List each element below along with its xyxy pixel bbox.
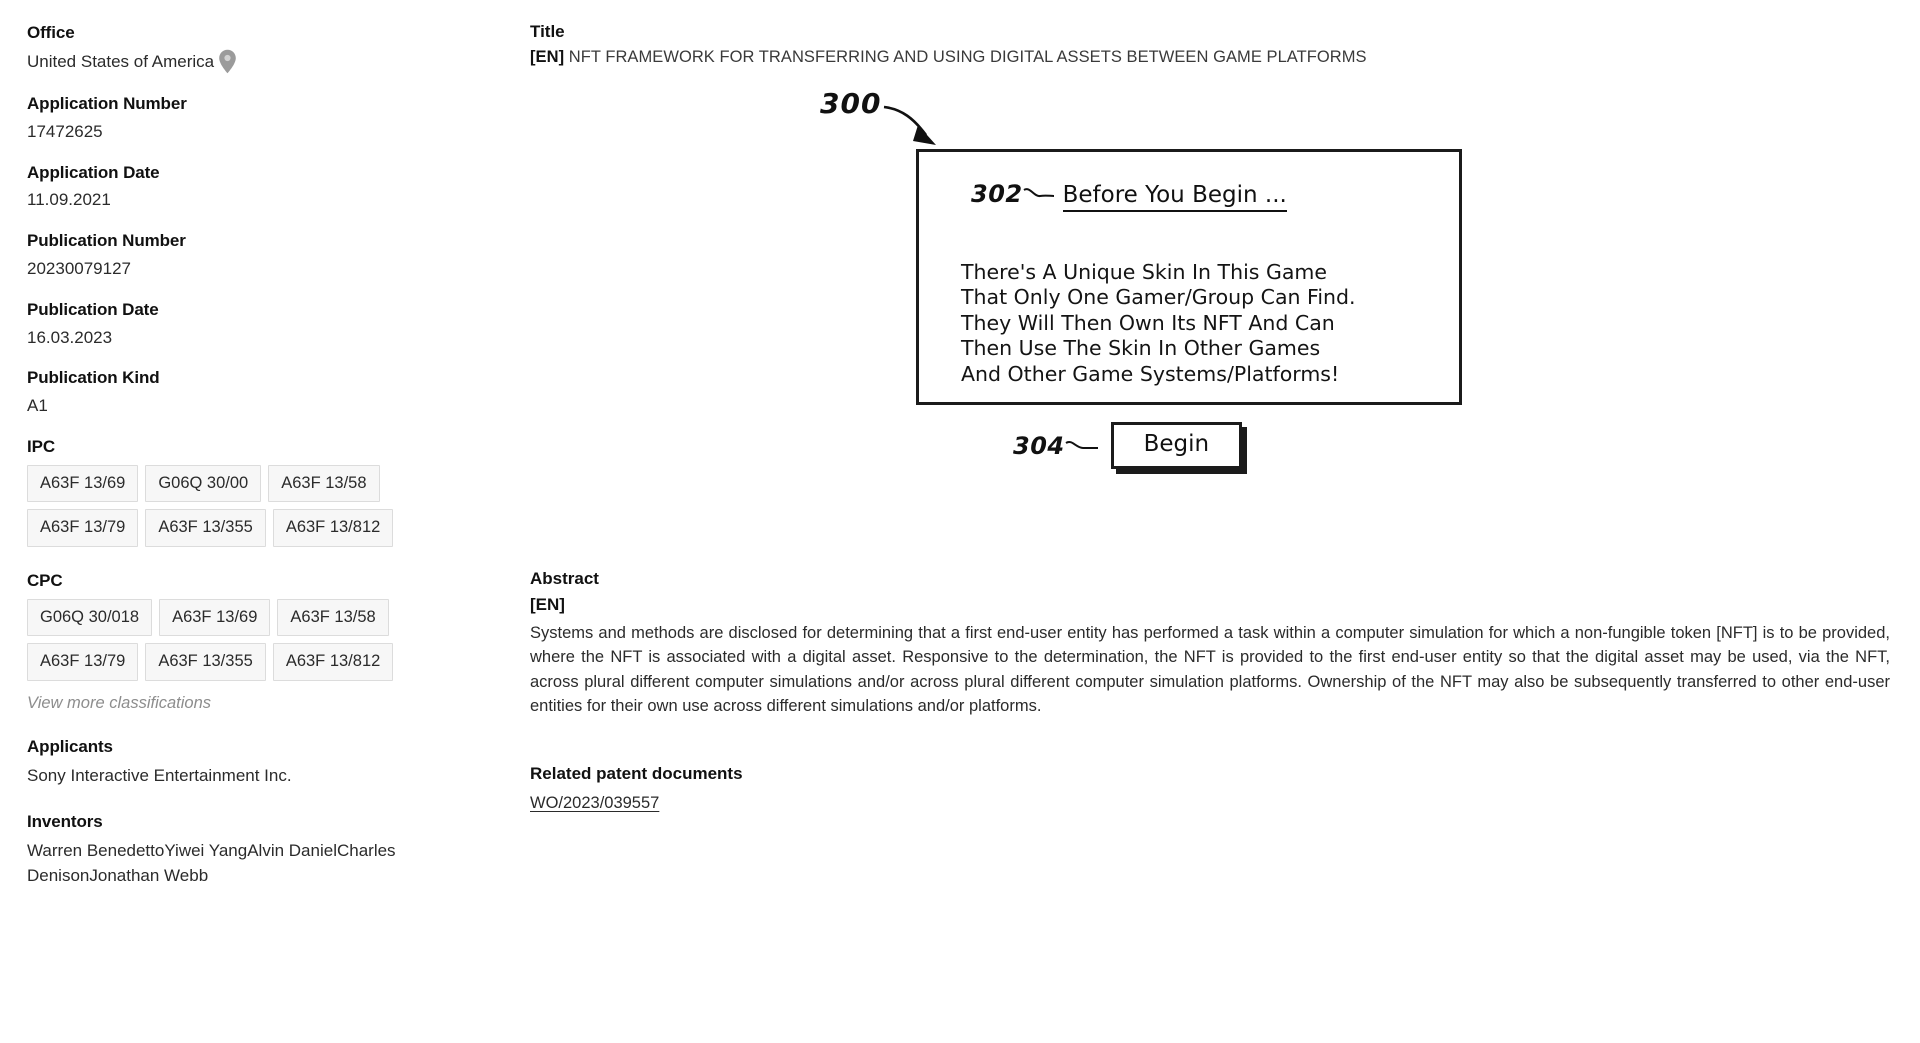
field-application-date: Application Date 11.09.2021 (27, 162, 500, 214)
abstract-lang-tag: [EN] (530, 595, 565, 614)
inventor-name: Jonathan Webb (89, 865, 209, 885)
map-pin-icon (218, 49, 237, 74)
field-office: Office United States of America (27, 22, 500, 76)
application-number-label: Application Number (27, 93, 187, 113)
publication-number-label: Publication Number (27, 231, 186, 251)
patent-detail-page: Office United States of America Applicat… (0, 0, 1920, 1043)
cpc-tag: A63F 13/69 (159, 598, 271, 637)
field-publication-date: Publication Date 16.03.2023 (27, 299, 500, 351)
office-label: Office (27, 23, 75, 42)
related-documents-label: Related patent documents (530, 764, 743, 783)
figure-ref-302: 302 (971, 180, 1023, 208)
ipc-tag-list: A63F 13/69 G06Q 30/00 A63F 13/58 A63F 13/79… (27, 464, 407, 547)
title-lang-tag: [EN] (530, 48, 565, 66)
related-documents-list: WO/2023/039557 (530, 790, 1890, 813)
bibliographic-sidebar: Office United States of America Applicat… (0, 22, 520, 1043)
field-cpc: CPC G06Q 30/018 A63F 13/69 A63F 13/58 A63F … (27, 570, 500, 713)
publication-date-value: 16.03.2023 (27, 327, 113, 347)
field-ipc: IPC A63F 13/69 G06Q 30/00 A63F 13/58 A63F 1… (27, 436, 500, 547)
field-publication-kind: Publication Kind A1 (27, 367, 500, 419)
applicants-list: Sony Interactive Entertainment Inc. (27, 763, 500, 788)
inventor-name: Warren Benedetto (27, 840, 165, 860)
publication-kind-label: Publication Kind (27, 368, 160, 388)
applicant-name: Sony Interactive Entertainment Inc. (27, 765, 292, 785)
abstract-text: Systems and methods are disclosed for de… (530, 624, 1890, 715)
publication-kind-value: A1 (27, 396, 48, 416)
figure-arrow-icon (883, 105, 936, 145)
figure-ref-304: 304 (1013, 431, 1065, 460)
related-document-link[interactable]: WO/2023/039557 (530, 794, 659, 813)
application-date-label: Application Date (27, 162, 160, 182)
inventor-name: Yiwei Yang (164, 840, 248, 860)
view-more-classifications-link[interactable]: View more classifications (27, 694, 211, 713)
patent-figure: 300 302 Before You Begin ... There's A U… (530, 87, 1890, 557)
title-text-row: [EN] NFT FRAMEWORK FOR TRANSFERRING AND … (530, 48, 1890, 67)
office-value: United States of America (27, 52, 215, 72)
title-label: Title (530, 22, 565, 41)
inventors-list: Warren BenedettoYiwei YangAlvin DanielCh… (27, 838, 500, 888)
inventor-name: Alvin Daniel (247, 840, 337, 860)
cpc-tag: A63F 13/79 (27, 643, 139, 681)
publication-date-label: Publication Date (27, 299, 159, 319)
application-date-value: 11.09.2021 (27, 190, 111, 210)
field-inventors: Inventors Warren BenedettoYiwei YangAlvi… (27, 811, 500, 888)
ipc-tag: A63F 13/79 (27, 509, 139, 547)
page-title: NFT FRAMEWORK FOR TRANSFERRING AND USING… (568, 48, 1367, 66)
related-documents-section: Related patent documents WO/2023/039557 (530, 764, 1890, 813)
ipc-tag: A63F 13/812 (272, 509, 394, 547)
field-publication-number: Publication Number 20230079127 (27, 230, 500, 282)
cpc-label: CPC (27, 570, 63, 590)
figure-begin-button[interactable]: Begin (1110, 422, 1243, 470)
publication-number-value: 20230079127 (27, 259, 132, 279)
figure-heading-text: Before You Begin ... (1062, 182, 1287, 212)
office-value-row: United States of America (27, 49, 500, 76)
cpc-tag: A63F 13/812 (272, 643, 394, 681)
title-section: Title [EN] NFT FRAMEWORK FOR TRANSFERRIN… (530, 22, 1890, 67)
field-applicants: Applicants Sony Interactive Entertainmen… (27, 736, 500, 788)
cpc-tag: A63F 13/58 (277, 598, 389, 637)
ipc-tag: A63F 13/355 (145, 509, 266, 547)
ipc-tag: A63F 13/58 (268, 464, 380, 503)
abstract-label: Abstract (530, 569, 599, 588)
application-number-value: 17472625 (27, 121, 103, 141)
figure-screen-box: 302 Before You Begin ... There's A Uniqu… (916, 149, 1462, 470)
field-application-number: Application Number 17472625 (27, 93, 500, 145)
figure-leader-squiggle-2-icon (1065, 438, 1099, 454)
figure-heading-row: 302 Before You Begin ... (971, 180, 1287, 212)
cpc-tag-list: G06Q 30/018 A63F 13/69 A63F 13/58 A63F 13/7… (27, 598, 407, 681)
ipc-tag: G06Q 30/00 (145, 464, 262, 503)
ipc-label: IPC (27, 436, 56, 456)
figure-body-text: There's A Unique Skin In This Game That … (961, 260, 1356, 386)
figure-ref-300: 300 (820, 87, 882, 120)
cpc-tag: A63F 13/355 (145, 643, 266, 681)
main-content: Title [EN] NFT FRAMEWORK FOR TRANSFERRIN… (520, 22, 1920, 1043)
figure-button-row: 304 Begin (1013, 422, 1243, 470)
applicants-label: Applicants (27, 736, 113, 756)
inventors-label: Inventors (27, 811, 103, 831)
figure-leader-squiggle-icon (1023, 186, 1055, 202)
abstract-section: Abstract [EN] Systems and methods are di… (530, 569, 1890, 718)
cpc-tag: G06Q 30/018 (27, 598, 153, 637)
ipc-tag: A63F 13/69 (27, 464, 139, 503)
